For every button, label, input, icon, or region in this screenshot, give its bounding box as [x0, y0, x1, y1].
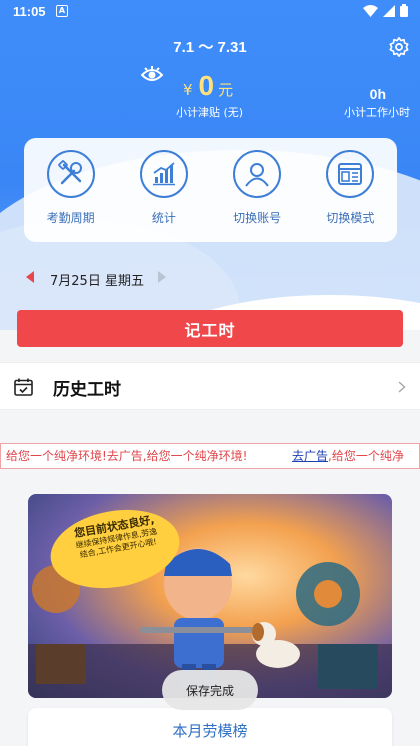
allowance-label: 小计津贴 (无) [176, 106, 244, 119]
allowance-amount: ¥ 0 元 [183, 70, 233, 102]
menu-item-label: 切换账号 [233, 211, 282, 225]
chevron-right-icon [398, 381, 406, 393]
quick-menu: 考勤周期 统计 切换账号 切换模式 [24, 138, 397, 242]
monthly-ranking-card[interactable]: 本月劳模榜 [28, 708, 392, 746]
history-hours-label: 历史工时 [53, 380, 121, 400]
save-toast: 保存完成 [162, 670, 258, 710]
gear-icon[interactable] [388, 36, 410, 58]
tools-icon [46, 150, 95, 198]
status-time: 11:05 [13, 4, 46, 19]
menu-item-switch-account[interactable]: 切换账号 [212, 150, 302, 242]
attendance-period: 7.1 ～ 7.31 [173, 39, 247, 56]
history-hours-row[interactable]: 历史工时 [0, 362, 420, 410]
ad-marquee: 给您一个纯净环境!去广告,给您一个纯净环境! 去广告,给您一个纯净 [0, 443, 420, 469]
menu-item-label: 切换模式 [326, 211, 375, 225]
status-icons [363, 4, 408, 17]
signal-icon [383, 4, 395, 17]
currency-unit: 元 [218, 81, 234, 99]
previous-day-arrow-icon[interactable] [26, 271, 34, 283]
status-badge: A [56, 5, 68, 17]
ranking-title: 本月劳模榜 [172, 722, 248, 740]
next-day-arrow-icon[interactable] [158, 271, 166, 283]
eye-icon[interactable] [141, 66, 163, 84]
menu-item-attendance-cycle[interactable]: 考勤周期 [26, 150, 116, 242]
menu-item-statistics[interactable]: 统计 [119, 150, 209, 242]
battery-icon [400, 4, 408, 17]
layout-icon [326, 150, 375, 198]
remove-ads-link[interactable]: 去广告 [292, 449, 328, 463]
wifi-icon [363, 4, 378, 17]
user-icon [233, 150, 282, 198]
marquee-text: ,给您一个纯净 [328, 449, 404, 463]
menu-item-label: 考勤周期 [46, 211, 95, 225]
stats-chart-icon [139, 150, 188, 198]
current-date[interactable]: 7月25日 星期五 [50, 270, 144, 289]
hours-label: 小计工作小时 [344, 106, 410, 119]
menu-item-label: 统计 [151, 211, 176, 225]
status-bar: 11:05 A [0, 0, 420, 26]
menu-item-switch-mode[interactable]: 切换模式 [305, 150, 395, 242]
hours-value: 0h [369, 86, 386, 102]
allowance-value: 0 [198, 70, 215, 101]
record-hours-button[interactable]: 记工时 [17, 310, 403, 347]
marquee-text: 给您一个纯净环境!去广告,给您一个纯净环境! [6, 449, 248, 463]
calendar-check-icon [14, 378, 33, 396]
currency-symbol: ¥ [183, 81, 193, 99]
status-poster-image: 您目前状态良好, 继续保持规律作息,劳逸 结合,工作会更开心哦! [28, 494, 392, 698]
marquee-segment: 去广告,给您一个纯净 [292, 444, 404, 468]
